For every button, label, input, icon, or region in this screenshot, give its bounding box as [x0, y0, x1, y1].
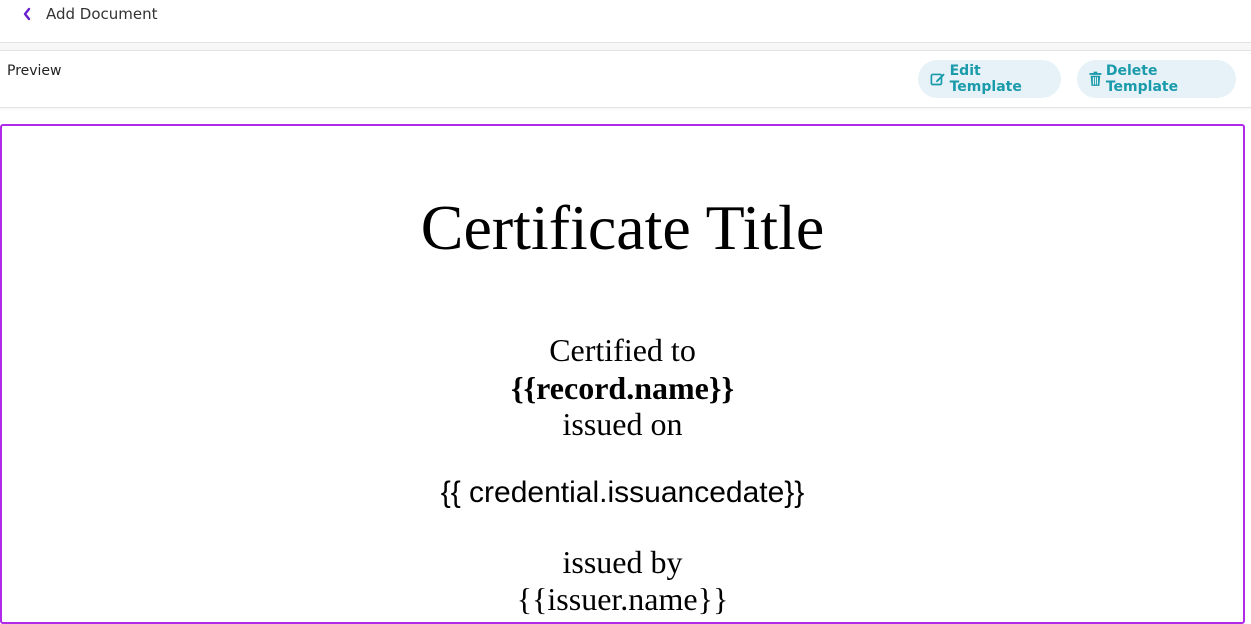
issuance-date-placeholder: {{ credential.issuancedate}}	[440, 476, 805, 509]
divider	[0, 43, 1251, 50]
edit-template-label: Edit Template	[949, 63, 1022, 95]
issued-by-text: issued by	[562, 544, 683, 580]
edit-icon	[930, 73, 945, 86]
delete-template-label: Delete Template	[1105, 63, 1179, 95]
delete-template-button[interactable]: Delete Template	[1077, 60, 1236, 98]
back-button[interactable]	[18, 4, 36, 24]
edit-template-button[interactable]: Edit Template	[918, 60, 1061, 98]
issued-on-text: issued on	[562, 406, 683, 442]
chevron-left-icon	[23, 7, 31, 21]
preview-toolbar: Preview Edit Template Delete Template	[0, 50, 1251, 108]
preview-label: Preview	[7, 63, 62, 79]
trash-icon	[1089, 71, 1102, 86]
top-bar: Add Document	[0, 0, 1251, 43]
page-title: Add Document	[46, 5, 158, 23]
certificate-title: Certificate Title	[420, 192, 825, 263]
issuer-name-placeholder: {{issuer.name}}	[516, 581, 729, 617]
certified-to-text: Certified to	[549, 332, 696, 368]
certificate-preview: Certificate Title Certified to {{record.…	[0, 124, 1245, 624]
record-name-placeholder: {{record.name}}	[510, 370, 735, 406]
